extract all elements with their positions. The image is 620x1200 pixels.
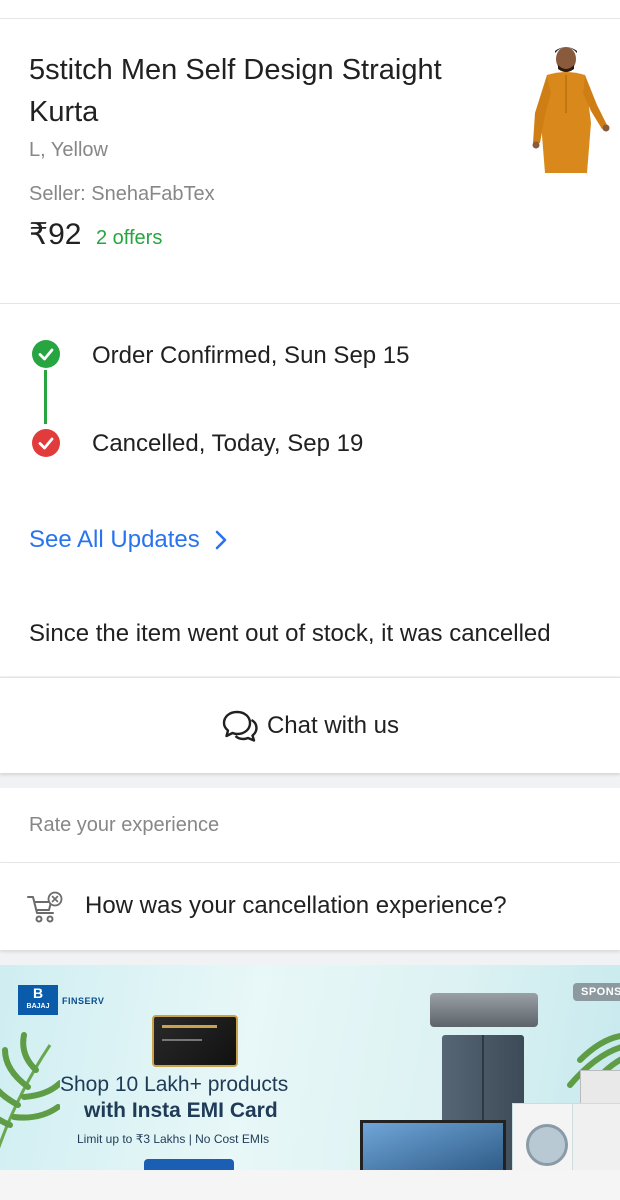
cart-cancel-icon (27, 891, 63, 923)
timeline-step-confirmed: Order Confirmed, Sun Sep 15 (92, 342, 410, 369)
top-bar (0, 0, 620, 19)
banner-subheadline: with Insta EMI Card (84, 1099, 278, 1122)
banner-cta-button[interactable] (144, 1159, 234, 1170)
see-all-updates-label: See All Updates (29, 526, 200, 553)
palm-leaf-left (0, 1032, 60, 1149)
microwave-image (580, 1070, 620, 1104)
product-title[interactable]: 5stitch Men Self Design Straight Kurta (29, 49, 459, 133)
cancellation-experience-row[interactable]: How was your cancellation experience? (0, 863, 620, 950)
chat-label: Chat with us (266, 711, 400, 739)
timeline-step-cancelled: Cancelled, Today, Sep 19 (92, 430, 364, 457)
banner-fineprint: Limit up to ₹3 Lakhs | No Cost EMIs (77, 1132, 270, 1146)
chat-with-us-button[interactable]: Chat with us (0, 677, 620, 773)
emi-card-image (152, 1015, 238, 1067)
confirmed-check-icon (32, 340, 60, 368)
sponsored-badge: SPONS (572, 983, 620, 1001)
product-image[interactable] (525, 43, 610, 173)
finserv-text: FINSERV (62, 996, 105, 1006)
timeline-connector (44, 370, 47, 424)
product-seller: Seller: SnehaFabTex (29, 183, 215, 205)
cancellation-experience-question: How was your cancellation experience? (85, 892, 507, 919)
washing-machine-image (512, 1103, 576, 1170)
product-variant: L, Yellow (29, 139, 108, 161)
sponsored-ad-banner[interactable]: B BAJAJ FINSERV SPONS Shop 10 Lakh+ produ… (0, 965, 620, 1170)
product-price: ₹92 (29, 218, 82, 251)
bajaj-logo: B BAJAJ (18, 985, 58, 1015)
cancelled-check-icon (32, 429, 60, 457)
bottom-navigation-bar (0, 1170, 620, 1200)
cancellation-message: Since the item went out of stock, it was… (29, 620, 551, 647)
television-image (360, 1120, 506, 1170)
order-status-section: Order Confirmed, Sun Sep 15 Cancelled, T… (0, 304, 620, 676)
product-card[interactable]: 5stitch Men Self Design Straight Kurta L… (0, 19, 620, 304)
washing-machine-image-2 (572, 1103, 620, 1170)
chat-bubbles-icon (222, 710, 258, 742)
rate-experience-heading: Rate your experience (29, 814, 220, 836)
air-conditioner-image (430, 993, 538, 1027)
see-all-updates-link[interactable]: See All Updates (29, 526, 228, 554)
rate-experience-header: Rate your experience (0, 788, 620, 863)
chevron-right-icon (215, 530, 227, 550)
banner-headline: Shop 10 Lakh+ products (60, 1073, 289, 1096)
product-offers-link[interactable]: 2 offers (96, 227, 162, 250)
